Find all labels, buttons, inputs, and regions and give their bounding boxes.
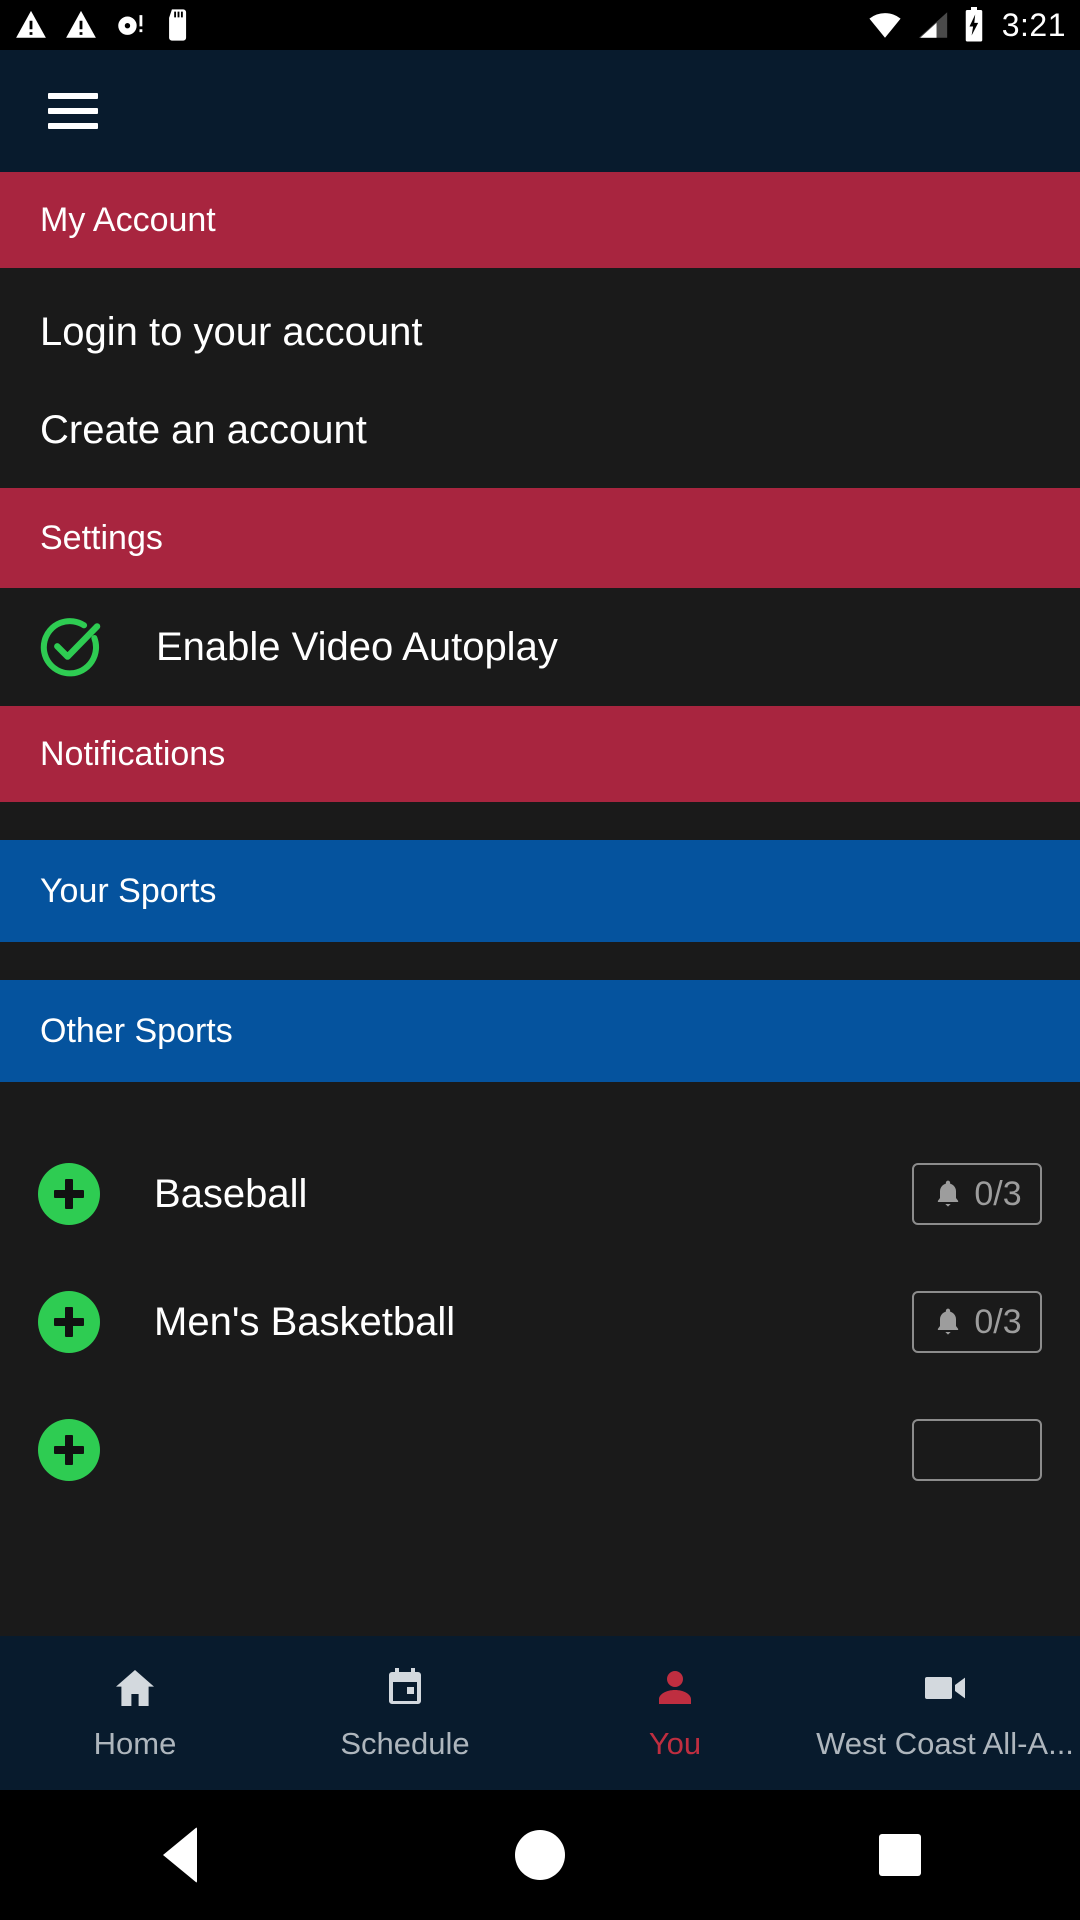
android-recents-button[interactable] <box>840 1790 960 1920</box>
section-header-settings: Settings <box>0 488 1080 588</box>
android-home-button[interactable] <box>480 1790 600 1920</box>
notification-badge[interactable] <box>912 1419 1042 1481</box>
status-bar-clock: 3:21 <box>1001 7 1066 43</box>
plus-circle-icon[interactable] <box>38 1291 100 1353</box>
app-bar <box>0 50 1080 172</box>
status-bar-right-icons: 3:21 <box>866 7 1066 43</box>
notification-badge[interactable]: 0/3 <box>912 1163 1042 1225</box>
warning-triangle-icon <box>16 10 46 38</box>
wifi-icon <box>869 13 901 38</box>
sport-row-baseball[interactable]: Baseball 0/3 <box>0 1130 1080 1258</box>
plus-circle-icon[interactable] <box>38 1419 100 1481</box>
tab-label: West Coast All-A... <box>816 1726 1074 1761</box>
tab-label: Schedule <box>340 1726 470 1761</box>
sport-name: Baseball <box>154 1171 308 1216</box>
setting-label: Enable Video Autoplay <box>156 624 558 669</box>
video-camera-icon <box>925 1677 965 1699</box>
section-title: Your Sports <box>40 871 217 910</box>
bottom-tab-bar: Home Schedule You West Coast All-A... <box>0 1636 1080 1790</box>
tab-you[interactable]: You <box>540 1636 810 1790</box>
android-back-button[interactable] <box>120 1790 240 1920</box>
setting-enable-video-autoplay[interactable]: Enable Video Autoplay <box>0 588 1080 706</box>
hamburger-menu-icon[interactable] <box>48 93 98 129</box>
sport-row-partial[interactable] <box>0 1386 1080 1514</box>
disc-alert-icon <box>118 15 143 35</box>
tab-label: Home <box>93 1726 177 1761</box>
battery-charging-icon <box>965 7 982 42</box>
home-circle-icon <box>515 1830 565 1880</box>
notification-badge[interactable]: 0/3 <box>912 1291 1042 1353</box>
notification-count: 0/3 <box>974 1174 1022 1213</box>
check-circle-icon[interactable] <box>38 614 104 680</box>
hamburger-bar <box>48 93 98 99</box>
cell-signal-icon <box>918 12 947 38</box>
tab-home[interactable]: Home <box>0 1636 270 1790</box>
status-bar: 3:21 <box>0 0 1080 50</box>
section-header-your-sports[interactable]: Your Sports <box>0 840 1080 942</box>
person-icon <box>659 1671 691 1704</box>
bell-icon <box>938 1308 959 1335</box>
menu-item-label: Login to your account <box>40 309 423 354</box>
sport-name: Men's Basketball <box>154 1299 456 1344</box>
section-divider <box>0 942 1080 980</box>
plus-circle-icon[interactable] <box>38 1163 100 1225</box>
bell-icon <box>938 1180 959 1207</box>
list-top-spacer <box>0 1082 1080 1130</box>
section-header-my-account: My Account <box>0 172 1080 268</box>
android-nav-bar <box>0 1790 1080 1920</box>
calendar-icon <box>389 1668 421 1704</box>
tab-schedule[interactable]: Schedule <box>270 1636 540 1790</box>
back-triangle-icon <box>163 1827 197 1883</box>
tab-label: You <box>648 1726 702 1761</box>
menu-item-label: Create an account <box>40 407 367 452</box>
section-title: Settings <box>40 518 163 557</box>
section-title: Notifications <box>40 734 226 773</box>
home-icon <box>116 1670 154 1706</box>
section-header-other-sports[interactable]: Other Sports <box>0 980 1080 1082</box>
menu-item-create-account[interactable]: Create an account <box>0 372 1080 488</box>
recents-square-icon <box>879 1834 921 1876</box>
sd-card-icon <box>169 9 187 41</box>
hamburger-bar <box>48 123 98 129</box>
section-divider <box>0 802 1080 840</box>
hamburger-bar <box>48 108 98 114</box>
sport-row-mens-basketball[interactable]: Men's Basketball 0/3 <box>0 1258 1080 1386</box>
tab-west-coast-all-access[interactable]: West Coast All-A... <box>810 1636 1080 1790</box>
status-bar-left-icons <box>14 8 194 42</box>
section-header-notifications: Notifications <box>0 706 1080 802</box>
warning-triangle-icon <box>66 10 96 38</box>
menu-item-login[interactable]: Login to your account <box>0 268 1080 372</box>
section-title: Other Sports <box>40 1011 233 1050</box>
app-screen: 3:21 My Account Login to your account Cr… <box>0 0 1080 1920</box>
section-title: My Account <box>40 200 216 239</box>
notification-count: 0/3 <box>974 1302 1022 1341</box>
sport-list-remainder <box>0 1386 1080 1636</box>
